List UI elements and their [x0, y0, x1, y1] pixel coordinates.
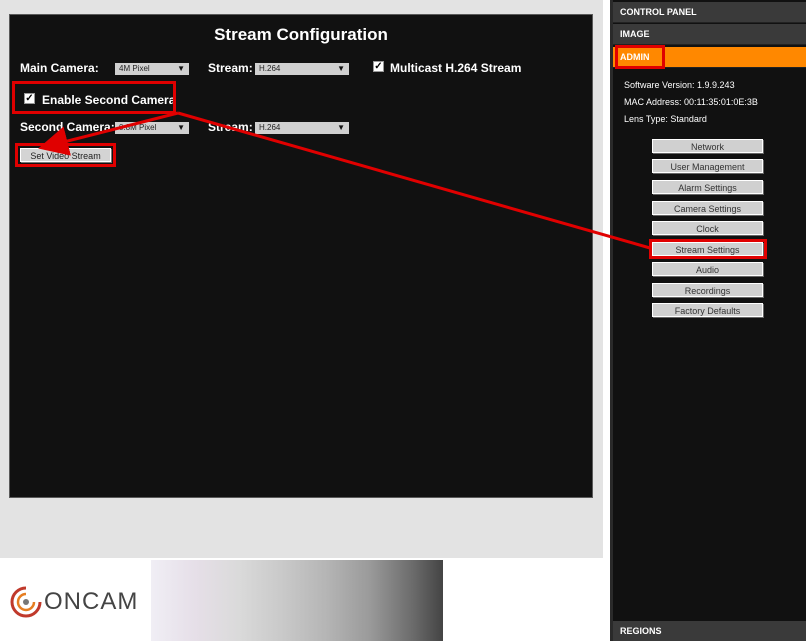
- annotation-arrows: [38, 111, 651, 250]
- annotation-arrow: [38, 111, 179, 156]
- annotation-line: [177, 111, 651, 250]
